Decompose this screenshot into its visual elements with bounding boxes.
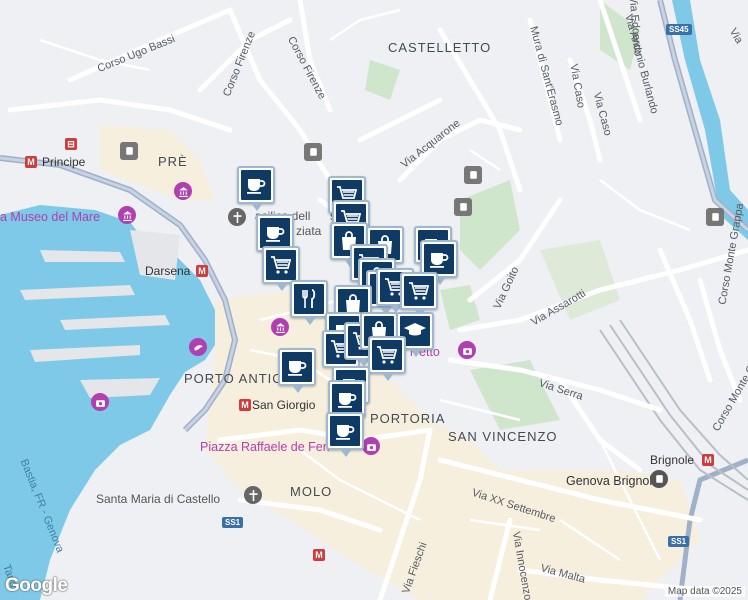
metro-icon-san-giorgio: M [239,399,251,411]
google-logo: Google [5,575,68,596]
poi-label-piazza-de-ferrari: Piazza Raffaele de Ferr [200,440,332,454]
district-label-castelletto: CASTELLETTO [388,40,492,55]
cup-icon [282,352,312,382]
poi-label-brignole: Brignole [650,453,695,467]
cafe-marker[interactable] [237,166,275,211]
poi-label-museo-del-mare: a Museo del Mare [0,210,101,224]
bus-icon[interactable] [464,166,482,184]
cart-icon [266,250,296,280]
museum-icon[interactable] [118,206,136,224]
church-icon[interactable] [244,486,262,504]
map-canvas[interactable]: CASTELLETTO PRÈ PORTO ANTICO PORTORIA SA… [0,0,748,600]
poi-label-principe: Principe [42,155,86,169]
supermarket-marker[interactable] [400,272,438,317]
bus-icon[interactable] [454,198,472,216]
metro-icon-principe: M [25,156,37,168]
metro-icon-sarzano: M [313,549,325,561]
camera-icon[interactable] [458,341,476,359]
poi-label-santa-maria-di-castello: Santa Maria di Castello [96,492,221,506]
district-label-molo: MOLO [290,484,333,499]
road-shield-ss1-a: SS1 [222,517,244,528]
supermarket-marker[interactable] [368,336,406,381]
road-shield-ss1-b: SS1 [668,536,690,547]
camera-icon[interactable] [91,393,109,411]
poi-label-genova-brignole: Genova Brignole [566,474,660,488]
road-shield-ss45: SS45 [666,24,692,35]
camera-icon[interactable] [362,437,380,455]
poi-label-basilica-3: ziata [296,224,322,238]
museum-icon[interactable] [174,182,192,200]
museum-icon[interactable] [271,318,289,336]
bus-icon[interactable] [706,208,724,226]
restaurant-marker[interactable] [290,280,328,325]
district-label-portoria: PORTORIA [370,411,446,426]
cart-icon [404,276,434,306]
cup-icon [330,416,360,446]
district-label-pre: PRÈ [158,154,188,169]
dolphin-icon[interactable] [189,338,207,356]
church-icon[interactable] [228,208,246,226]
metro-icon-darsena: M [196,265,208,277]
poi-label-darsena: Darsena [145,264,191,278]
cup-icon [332,384,362,414]
metro-icon-brignole: M [702,454,714,466]
supermarket-marker[interactable] [262,246,300,291]
fork-knife-icon [294,284,324,314]
bus-icon[interactable] [120,142,138,160]
train-icon-principe: ⊟ [65,138,77,150]
cafe-marker[interactable] [278,348,316,393]
cart-icon [372,340,402,370]
district-label-san-vincenzo: SAN VINCENZO [448,429,558,444]
cafe-marker[interactable] [326,412,364,457]
cup-icon [424,244,454,274]
cup-icon [260,218,290,248]
map-credit: Map data ©2025 [664,586,745,597]
train-station-icon[interactable] [650,470,668,488]
poi-label-san-giorgio: San Giorgio [252,398,316,412]
bus-icon[interactable] [304,143,322,161]
cup-icon [241,170,271,200]
